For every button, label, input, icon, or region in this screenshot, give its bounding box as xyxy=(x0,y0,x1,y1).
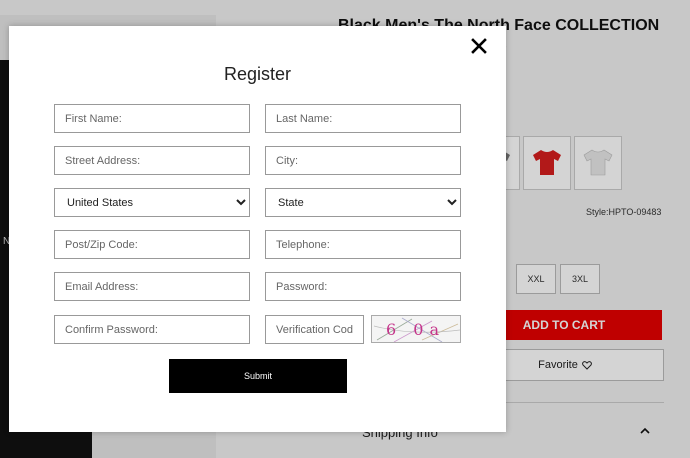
captcha-image[interactable]: 6 0a xyxy=(371,315,461,343)
last-name-input[interactable] xyxy=(265,104,461,133)
verification-code-input[interactable] xyxy=(265,315,364,344)
password-input[interactable] xyxy=(265,272,461,301)
modal-title: Register xyxy=(223,64,292,84)
street-address-input[interactable] xyxy=(54,146,250,175)
telephone-input[interactable] xyxy=(265,230,461,259)
submit-button[interactable]: Submit xyxy=(169,359,347,393)
register-modal: Register United States State 6 0a Submit xyxy=(9,26,506,432)
confirm-password-input[interactable] xyxy=(54,315,250,344)
email-input[interactable] xyxy=(54,272,250,301)
zip-code-input[interactable] xyxy=(54,230,250,259)
country-select[interactable]: United States xyxy=(54,188,250,217)
captcha-text: 6 0a xyxy=(386,320,445,339)
city-input[interactable] xyxy=(265,146,461,175)
close-icon[interactable] xyxy=(469,36,489,56)
state-select[interactable]: State xyxy=(265,188,461,217)
first-name-input[interactable] xyxy=(54,104,250,133)
